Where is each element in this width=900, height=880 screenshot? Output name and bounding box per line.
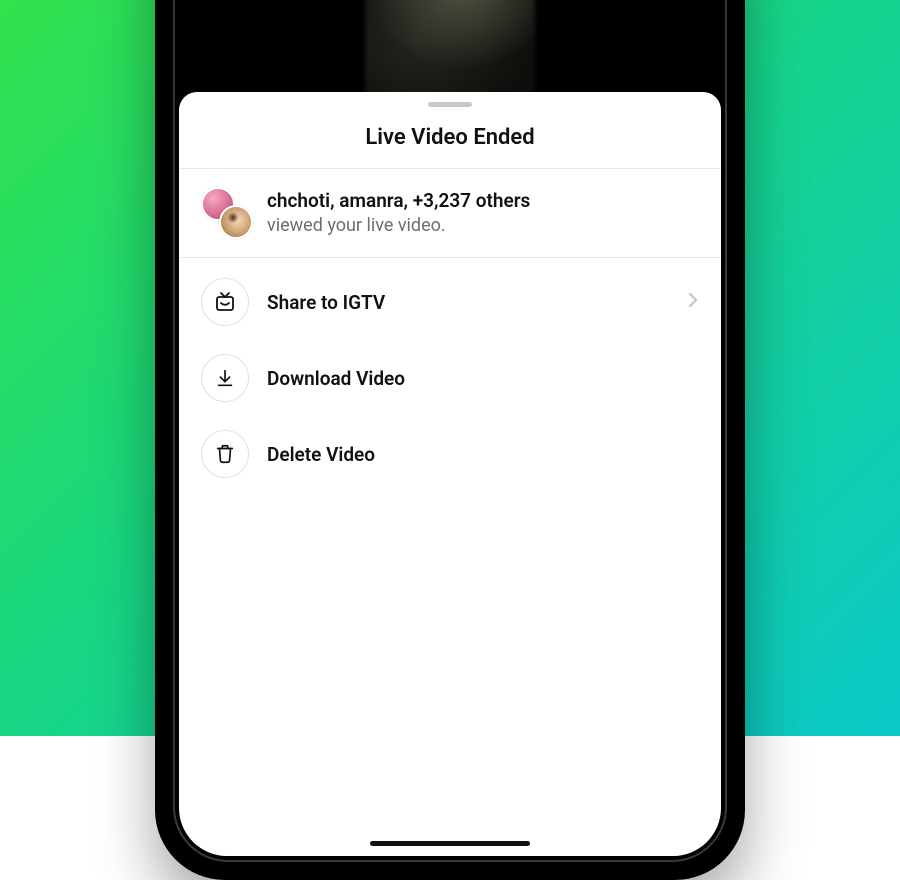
viewer-avatars (201, 187, 253, 239)
avatar (219, 205, 253, 239)
phone-frame: Live Video Ended chchoti, amanra, +3,237… (155, 0, 745, 880)
viewer-subtitle: viewed your live video. (267, 214, 530, 238)
viewers-row[interactable]: chchoti, amanra, +3,237 others viewed yo… (179, 169, 721, 257)
share-label: Share to IGTV (267, 291, 669, 314)
action-sheet: Live Video Ended chchoti, amanra, +3,237… (179, 92, 721, 856)
igtv-icon (201, 278, 249, 326)
download-video-row[interactable]: Download Video (179, 340, 721, 416)
phone-inner-frame: Live Video Ended chchoti, amanra, +3,237… (173, 0, 727, 862)
download-icon (201, 354, 249, 402)
delete-label: Delete Video (267, 443, 699, 466)
sheet-title: Live Video Ended (179, 115, 721, 168)
live-video-thumbnail (365, 0, 535, 104)
viewer-text: chchoti, amanra, +3,237 others viewed yo… (267, 188, 530, 238)
download-label: Download Video (267, 367, 699, 390)
trash-icon (201, 430, 249, 478)
home-indicator[interactable] (370, 841, 530, 846)
action-list: Share to IGTV (179, 258, 721, 498)
chevron-right-icon (687, 291, 699, 313)
share-to-igtv-row[interactable]: Share to IGTV (179, 264, 721, 340)
viewer-summary: chchoti, amanra, +3,237 others (267, 188, 530, 214)
sheet-grabber[interactable] (428, 102, 472, 107)
delete-video-row[interactable]: Delete Video (179, 416, 721, 492)
phone-screen: Live Video Ended chchoti, amanra, +3,237… (179, 0, 721, 856)
